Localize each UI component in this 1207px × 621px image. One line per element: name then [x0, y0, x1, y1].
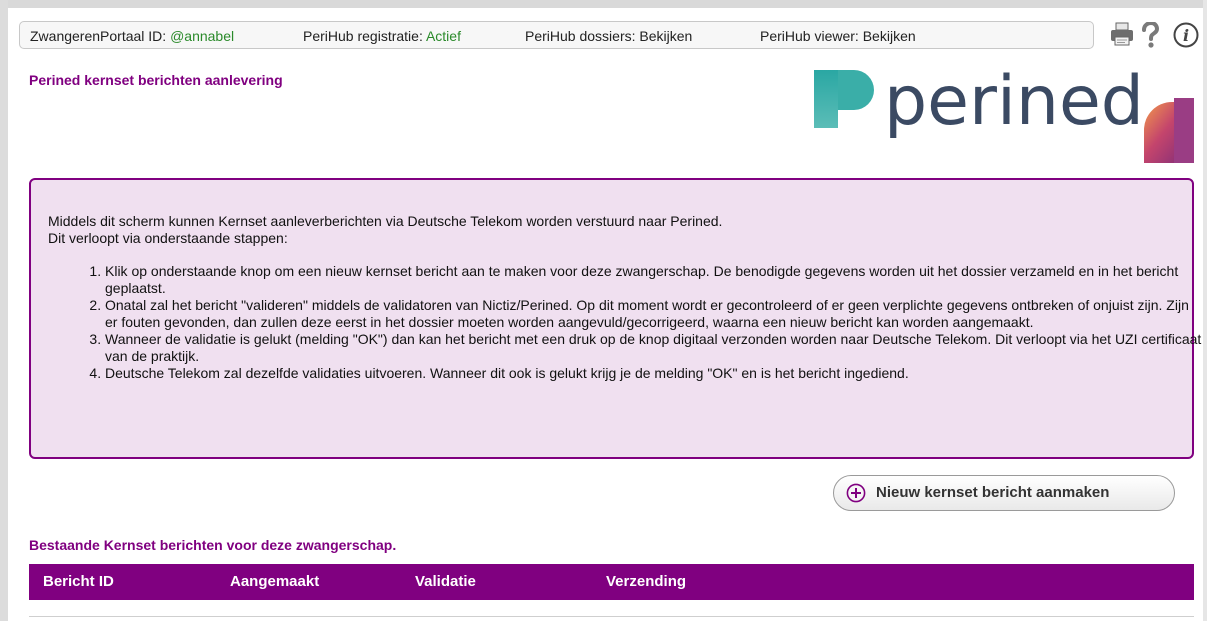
dossiers-label: PeriHub dossiers:: [525, 28, 636, 44]
new-kernset-button-label: Nieuw kernset bericht aanmaken: [876, 484, 1110, 501]
column-header-aangemaakt[interactable]: Aangemaakt: [230, 573, 319, 590]
window-frame-top: [0, 0, 1207, 8]
steps-list: Klik op onderstaande knop om een nieuw k…: [65, 263, 1205, 382]
column-header-verzending[interactable]: Verzending: [606, 573, 686, 590]
messages-table-header: Bericht ID Aangemaakt Validatie Verzendi…: [29, 564, 1194, 600]
page-title: Perined kernset berichten aanlevering: [29, 72, 283, 88]
existing-messages-title: Bestaande Kernset berichten voor deze zw…: [29, 537, 397, 553]
registration-item: PeriHub registratie: Actief: [303, 28, 461, 44]
step-item: Deutsche Telekom zal dezelfde validaties…: [105, 365, 1205, 382]
registration-status[interactable]: Actief: [426, 28, 461, 44]
column-header-validatie[interactable]: Validatie: [415, 573, 476, 590]
portal-id-label: ZwangerenPortaal ID:: [30, 28, 167, 44]
step-item: Wanneer de validatie is gelukt (melding …: [105, 331, 1205, 365]
table-divider: [29, 616, 1194, 617]
info-intro: Middels dit scherm kunnen Kernset aanlev…: [48, 213, 1168, 247]
intro-line-2: Dit verloopt via onderstaande stappen:: [48, 230, 288, 246]
viewer-link[interactable]: Bekijken: [863, 28, 916, 44]
window-frame-left: [0, 0, 8, 621]
logo-text: perined: [884, 62, 1144, 141]
dossiers-link[interactable]: Bekijken: [639, 28, 692, 44]
info-panel: Middels dit scherm kunnen Kernset aanlev…: [29, 178, 1201, 459]
portal-id-value[interactable]: @annabel: [170, 28, 234, 44]
printer-icon[interactable]: [1110, 22, 1134, 51]
portal-id-item: ZwangerenPortaal ID: @annabel: [30, 28, 234, 44]
new-kernset-message-button[interactable]: Nieuw kernset bericht aanmaken: [833, 475, 1175, 511]
help-icon[interactable]: [1140, 20, 1160, 53]
viewer-item: PeriHub viewer: Bekijken: [760, 28, 916, 44]
step-item: Klik op onderstaande knop om een nieuw k…: [105, 263, 1205, 297]
info-icon[interactable]: i: [1173, 22, 1199, 53]
plus-circle-icon: [846, 483, 866, 503]
registration-label: PeriHub registratie:: [303, 28, 423, 44]
intro-line-1: Middels dit scherm kunnen Kernset aanlev…: [48, 213, 723, 229]
svg-text:i: i: [1183, 26, 1189, 45]
status-bar: ZwangerenPortaal ID: @annabel PeriHub re…: [19, 21, 1094, 49]
step-item: Onatal zal het bericht "valideren" midde…: [105, 297, 1205, 331]
column-header-bericht-id[interactable]: Bericht ID: [43, 573, 114, 590]
viewer-label: PeriHub viewer:: [760, 28, 859, 44]
dossiers-item: PeriHub dossiers: Bekijken: [525, 28, 692, 44]
